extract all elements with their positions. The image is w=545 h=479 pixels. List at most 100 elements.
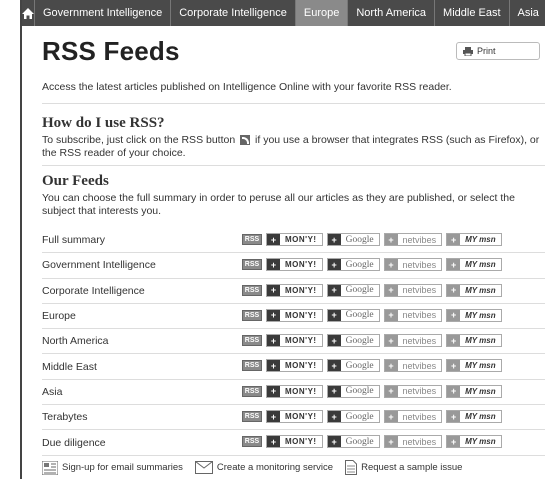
page-title: RSS Feeds — [42, 36, 180, 66]
add-to-mony-button[interactable]: + MON'Y! — [266, 334, 323, 348]
add-to-mony-button[interactable]: + MON'Y! — [266, 258, 323, 272]
add-to-msn-button[interactable]: + MY msn — [446, 308, 502, 322]
plus-icon: + — [327, 385, 341, 397]
add-to-mony-button[interactable]: + MON'Y! — [266, 410, 323, 424]
add-to-netvibes-button[interactable]: + netvibes — [383, 410, 443, 424]
print-button[interactable]: Print — [456, 42, 540, 60]
top-navigation: Government Intelligence Corporate Intelli… — [22, 0, 545, 26]
plus-icon: + — [267, 385, 280, 397]
add-to-mony-button[interactable]: + MON'Y! — [266, 435, 323, 449]
add-to-msn-button[interactable]: + MY msn — [446, 258, 502, 272]
add-to-mony-button[interactable]: + MON'Y! — [266, 233, 323, 246]
feed-row: Asia RSS + MON'Y! + Google + netvibes + MY msn — [42, 380, 545, 406]
nav-item-middle-east[interactable]: Middle East — [434, 0, 508, 26]
feed-label[interactable]: Due diligence — [42, 437, 242, 449]
plus-icon: + — [384, 436, 398, 448]
add-to-msn-button[interactable]: + MY msn — [446, 233, 502, 246]
nav-item-north-america[interactable]: North America — [347, 0, 434, 26]
add-to-netvibes-button[interactable]: + netvibes — [383, 258, 443, 272]
add-to-google-button[interactable]: + Google — [326, 410, 380, 424]
add-to-netvibes-button[interactable]: + netvibes — [383, 359, 443, 373]
rss-button[interactable]: RSS — [242, 335, 262, 347]
add-to-netvibes-button[interactable]: + netvibes — [383, 308, 443, 322]
add-to-netvibes-button[interactable]: + netvibes — [383, 384, 443, 398]
plus-icon: + — [447, 309, 461, 321]
divider — [42, 103, 545, 104]
rss-button[interactable]: RSS — [242, 436, 262, 448]
footer-links: Sign-up for email summaries Create a mon… — [42, 460, 474, 475]
newsletter-icon — [42, 460, 58, 475]
plus-icon: + — [267, 360, 280, 372]
add-to-msn-button[interactable]: + MY msn — [446, 435, 502, 449]
feed-label[interactable]: Government Intelligence — [42, 259, 242, 271]
feed-label[interactable]: Middle East — [42, 361, 242, 373]
home-icon[interactable] — [22, 0, 34, 26]
add-to-msn-button[interactable]: + MY msn — [446, 359, 502, 373]
add-to-mony-button[interactable]: + MON'Y! — [266, 283, 323, 297]
sample-issue-link[interactable]: Request a sample issue — [345, 460, 462, 475]
rss-button[interactable]: RSS — [242, 309, 262, 321]
plus-icon: + — [384, 234, 398, 245]
print-label: Print — [477, 46, 496, 56]
rss-button[interactable]: RSS — [242, 234, 262, 245]
how-heading: How do I use RSS? — [42, 115, 165, 131]
add-to-google-button[interactable]: + Google — [326, 308, 380, 322]
add-to-google-button[interactable]: + Google — [326, 258, 380, 272]
rss-button[interactable]: RSS — [242, 284, 262, 296]
plus-icon: + — [447, 360, 461, 372]
add-to-google-button[interactable]: + Google — [326, 435, 380, 449]
add-to-netvibes-button[interactable]: + netvibes — [383, 435, 443, 449]
feed-row: North America RSS + MON'Y! + Google + netvibes +… — [42, 329, 545, 355]
nav-item-corporate-intelligence[interactable]: Corporate Intelligence — [170, 0, 295, 26]
rss-button[interactable]: RSS — [242, 411, 262, 423]
plus-icon: + — [384, 309, 398, 321]
add-to-mony-button[interactable]: + MON'Y! — [266, 384, 323, 398]
feed-buttons: RSS + MON'Y! + Google + netvibes + MY msn — [242, 435, 502, 449]
add-to-netvibes-button[interactable]: + netvibes — [383, 334, 443, 348]
rss-button[interactable]: RSS — [242, 360, 262, 372]
monitoring-service-link[interactable]: Create a monitoring service — [194, 461, 334, 474]
plus-icon: + — [327, 411, 341, 423]
plus-icon: + — [327, 335, 341, 347]
how-text-before: To subscribe, just click on the RSS butt… — [42, 134, 236, 146]
plus-icon: + — [447, 411, 461, 423]
nav-item-government-intelligence[interactable]: Government Intelligence — [34, 0, 170, 26]
feed-row: Government Intelligence RSS + MON'Y! + Google… — [42, 253, 545, 279]
add-to-msn-button[interactable]: + MY msn — [446, 384, 502, 398]
add-to-google-button[interactable]: + Google — [326, 359, 380, 373]
feed-label[interactable]: Terabytes — [42, 411, 242, 423]
email-summary-link[interactable]: Sign-up for email summaries — [42, 460, 183, 475]
monitoring-service-label: Create a monitoring service — [216, 462, 334, 473]
add-to-netvibes-button[interactable]: + netvibes — [383, 233, 443, 246]
add-to-google-button[interactable]: + Google — [326, 334, 380, 348]
plus-icon: + — [447, 234, 461, 245]
add-to-mony-button[interactable]: + MON'Y! — [266, 308, 323, 322]
feed-label[interactable]: Full summary — [42, 234, 242, 246]
feed-buttons: RSS + MON'Y! + Google + netvibes + MY msn — [242, 359, 502, 373]
feed-label[interactable]: Asia — [42, 386, 242, 398]
plus-icon: + — [327, 234, 341, 245]
feed-label[interactable]: Corporate Intelligence — [42, 285, 242, 297]
feed-buttons: RSS + MON'Y! + Google + netvibes + MY msn — [242, 233, 502, 246]
add-to-google-button[interactable]: + Google — [326, 233, 380, 246]
plus-icon: + — [267, 411, 280, 423]
plus-icon: + — [384, 259, 398, 271]
feed-label[interactable]: North America — [42, 335, 242, 347]
add-to-msn-button[interactable]: + MY msn — [446, 334, 502, 348]
rss-button[interactable]: RSS — [242, 385, 262, 397]
plus-icon: + — [327, 259, 341, 271]
plus-icon: + — [267, 234, 280, 245]
rss-button[interactable]: RSS — [242, 259, 262, 271]
add-to-msn-button[interactable]: + MY msn — [446, 283, 502, 297]
add-to-google-button[interactable]: + Google — [326, 384, 380, 398]
nav-item-europe[interactable]: Europe — [294, 0, 348, 26]
feed-label[interactable]: Europe — [42, 310, 242, 322]
add-to-msn-button[interactable]: + MY msn — [446, 410, 502, 424]
nav-item-asia[interactable]: Asia — [508, 0, 545, 26]
add-to-google-button[interactable]: + Google — [326, 283, 380, 297]
add-to-mony-button[interactable]: + MON'Y! — [266, 359, 323, 373]
feeds-table: Full summary RSS + MON'Y! + Google + netvibes + M… — [42, 228, 545, 456]
add-to-netvibes-button[interactable]: + netvibes — [383, 283, 443, 297]
feed-buttons: RSS + MON'Y! + Google + netvibes + MY msn — [242, 384, 502, 398]
frame-border — [20, 0, 22, 479]
